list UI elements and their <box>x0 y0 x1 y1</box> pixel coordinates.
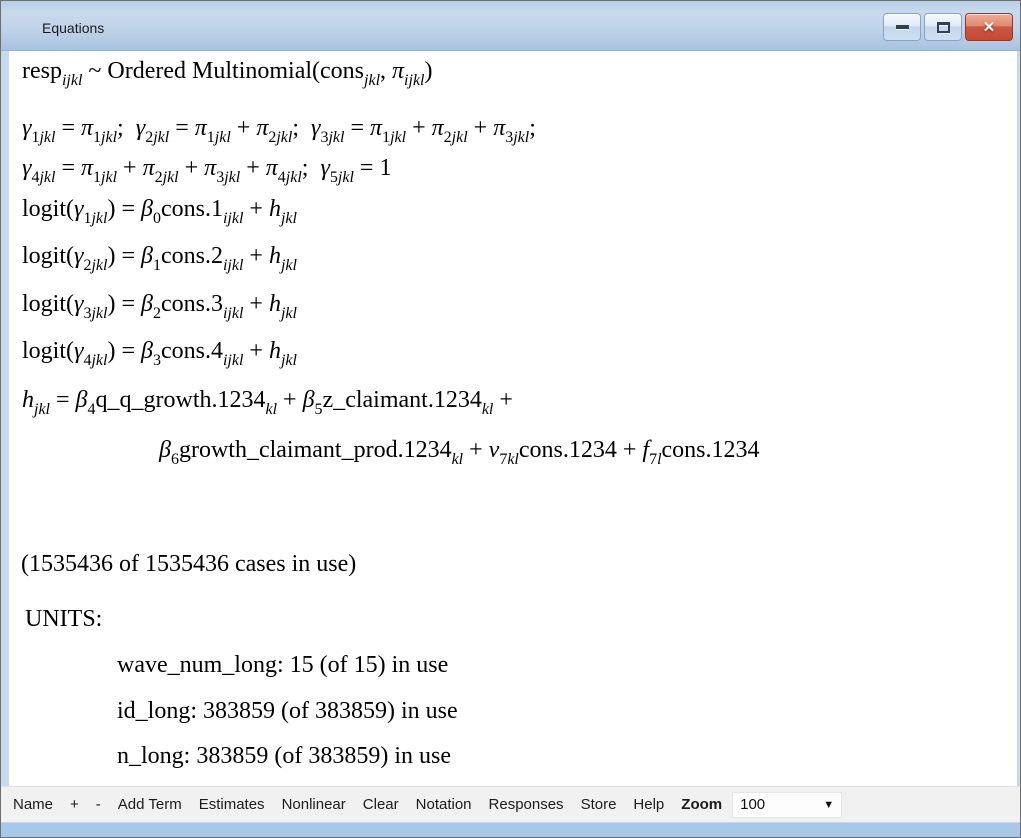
toolbar-button-responses[interactable]: Responses <box>489 796 564 813</box>
zoom-value: 100 <box>740 796 765 813</box>
window-bottom-edge <box>1 822 1020 838</box>
eq-h-term[interactable]: hjkl = β4q_q_growth.1234kl + β5z_claiman… <box>22 387 519 415</box>
toolbar-button-minus[interactable]: - <box>96 796 101 813</box>
minimize-button[interactable] <box>883 13 921 41</box>
toolbar-button-plus[interactable]: + <box>70 796 79 813</box>
toolbar-button-name[interactable]: Name <box>13 796 53 813</box>
toolbar-button-notation[interactable]: Notation <box>416 796 472 813</box>
toolbar-button-store[interactable]: Store <box>581 796 617 813</box>
toolbar-button-help[interactable]: Help <box>633 796 664 813</box>
toolbar-button-nonlinear[interactable]: Nonlinear <box>282 796 346 813</box>
eq-gamma-cumulative-2[interactable]: γ4jkl = π1jkl + π2jkl + π3jkl + π4jkl; γ… <box>22 155 391 183</box>
unit-n-long: n_long: 383859 (of 383859) in use <box>117 743 451 771</box>
maximize-button[interactable] <box>924 13 962 41</box>
unit-wave-num-long: wave_num_long: 15 (of 15) in use <box>117 652 448 680</box>
toolbar-button-clear[interactable]: Clear <box>363 796 399 813</box>
eq-response-distribution[interactable]: respijkl ~ Ordered Multinomial(consjkl, … <box>22 58 432 86</box>
eq-h-term-continuation[interactable]: β6growth_claimant_prod.1234kl + v7klcons… <box>159 437 760 465</box>
minimize-icon <box>896 25 909 29</box>
unit-id-long: id_long: 383859 (of 383859) in use <box>117 698 458 726</box>
equations-window: Equations ✕ respijkl ~ Ordered Multinomi… <box>0 0 1021 838</box>
eq-gamma-cumulative-1[interactable]: γ1jkl = π1jkl; γ2jkl = π1jkl + π2jkl; γ3… <box>22 115 536 143</box>
title-bar[interactable]: Equations ✕ <box>1 1 1020 51</box>
toolbar-button-estimates[interactable]: Estimates <box>199 796 265 813</box>
close-icon: ✕ <box>983 20 996 35</box>
window-controls: ✕ <box>883 13 1013 41</box>
eq-logit-3[interactable]: logit(γ3jkl) = β2cons.3ijkl + hjkl <box>22 291 297 319</box>
toolbar: Name + - Add Term Estimates Nonlinear Cl… <box>1 786 1020 822</box>
maximize-icon <box>937 22 950 33</box>
equations-pane: respijkl ~ Ordered Multinomial(consjkl, … <box>1 51 1020 786</box>
toolbar-button-add-term[interactable]: Add Term <box>118 796 182 813</box>
eq-logit-1[interactable]: logit(γ1jkl) = β0cons.1ijkl + hjkl <box>22 196 297 224</box>
units-heading: UNITS: <box>25 606 102 634</box>
window-title: Equations <box>42 20 104 36</box>
dropdown-arrow-icon: ▼ <box>823 799 834 811</box>
eq-logit-4[interactable]: logit(γ4jkl) = β3cons.4ijkl + hjkl <box>22 338 297 366</box>
zoom-label: Zoom <box>681 796 722 813</box>
zoom-combobox[interactable]: 100 ▼ <box>732 792 842 818</box>
close-button[interactable]: ✕ <box>965 13 1013 41</box>
eq-logit-2[interactable]: logit(γ2jkl) = β1cons.2ijkl + hjkl <box>22 243 297 271</box>
cases-in-use-line: (1535436 of 1535436 cases in use) <box>21 551 356 579</box>
